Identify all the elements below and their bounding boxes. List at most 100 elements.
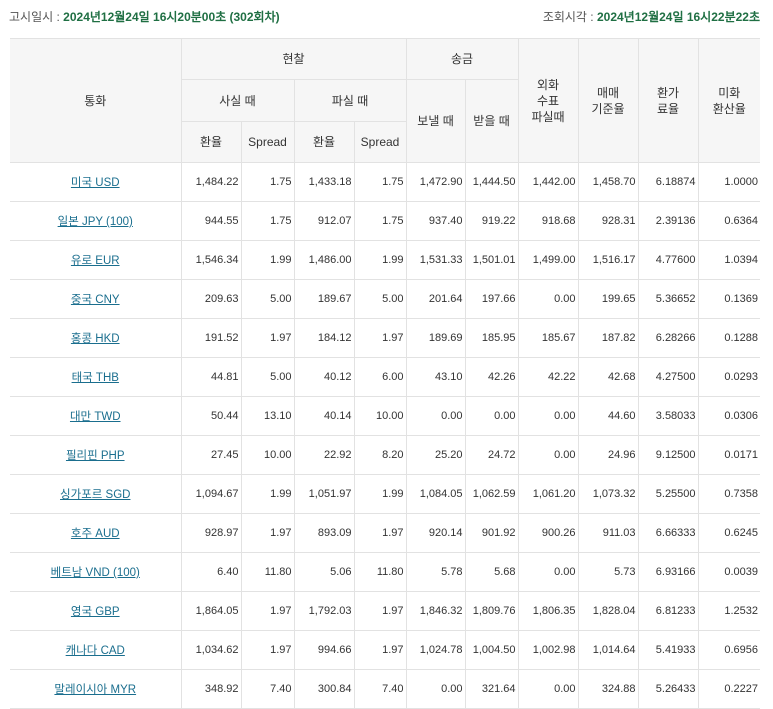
receive-cell: 5.68 [464, 552, 519, 592]
cash-sell-rate-cell: 184.12 [293, 318, 355, 358]
conv-rate-cell: 6.18874 [637, 162, 699, 202]
cash-sell-rate-cell: 912.07 [293, 201, 355, 241]
query-value: 2024년12월24일 16시22분22초 [596, 10, 760, 24]
table-row: 캐나다 CAD 1,034.62 1.97 994.66 1.97 1,024.78 1,0… [10, 630, 761, 670]
receive-cell: 1,004.50 [464, 630, 519, 670]
table-row: 홍콩 HKD 191.52 1.97 184.12 1.97 189.69 185.95 18… [10, 318, 761, 358]
cash-sell-rate-cell: 40.12 [293, 357, 355, 397]
send-cell: 1,084.05 [405, 474, 466, 514]
cash-buy-spread-cell: 1.75 [240, 201, 295, 241]
currency-link[interactable]: 태국 THB [72, 372, 119, 384]
receive-cell: 901.92 [464, 513, 519, 553]
send-cell: 1,472.90 [405, 162, 466, 202]
cash-sell-rate-cell: 189.67 [293, 279, 355, 319]
table-row: 호주 AUD 928.97 1.97 893.09 1.97 920.14 901.92 90… [10, 513, 761, 553]
conv-rate-cell: 5.41933 [637, 630, 699, 670]
cash-sell-rate-cell: 1,051.97 [293, 474, 355, 514]
send-cell: 25.20 [405, 435, 466, 475]
currency-link[interactable]: 베트남 VND (100) [51, 567, 140, 579]
table-row: 베트남 VND (100) 6.40 11.80 5.06 11.80 5.78 5.68 0… [10, 552, 761, 592]
table-header: 통화 현찰 송금 외화 수표 파실때 매매 기준율 환가 료율 미화 환산율 사… [10, 38, 761, 163]
cash-sell-rate-cell: 893.09 [293, 513, 355, 553]
cash-buy-rate-cell: 50.44 [180, 396, 242, 436]
cash-sell-spread-cell: 1.75 [353, 201, 407, 241]
cash-buy-spread-cell: 11.80 [240, 552, 295, 592]
cash-buy-spread-cell: 1.99 [240, 474, 295, 514]
col-usd-rate: 미화 환산율 [697, 38, 761, 163]
tc-sell-cell: 0.00 [517, 552, 579, 592]
cash-sell-rate-cell: 5.06 [293, 552, 355, 592]
currency-link[interactable]: 필리핀 PHP [66, 450, 125, 462]
conv-rate-cell: 3.58033 [637, 396, 699, 436]
cash-buy-spread-cell: 1.75 [240, 162, 295, 202]
col-cash-buy-spread: Spread [240, 121, 295, 163]
tc-sell-cell: 0.00 [517, 669, 579, 709]
notice-label: 고시일시 : [9, 10, 64, 24]
currency-link[interactable]: 일본 JPY (100) [58, 216, 133, 228]
table-row: 말레이시아 MYR 348.92 7.40 300.84 7.40 0.00 321.64 0… [10, 669, 761, 709]
send-cell: 1,846.32 [405, 591, 466, 631]
currency-link[interactable]: 중국 CNY [71, 294, 120, 306]
currency-link[interactable]: 유로 EUR [71, 255, 120, 267]
send-cell: 201.64 [405, 279, 466, 319]
usd-rate-cell: 0.6364 [697, 201, 761, 241]
currency-link[interactable]: 영국 GBP [71, 606, 120, 618]
conv-rate-cell: 5.36652 [637, 279, 699, 319]
base-rate-cell: 1,828.04 [577, 591, 639, 631]
cash-buy-spread-cell: 1.97 [240, 513, 295, 553]
receive-cell: 185.95 [464, 318, 519, 358]
tc-sell-cell: 0.00 [517, 396, 579, 436]
tc-sell-cell: 0.00 [517, 279, 579, 319]
conv-rate-cell: 6.66333 [637, 513, 699, 553]
currency-cell: 필리핀 PHP [10, 435, 182, 475]
usd-rate-cell: 0.7358 [697, 474, 761, 514]
base-rate-cell: 324.88 [577, 669, 639, 709]
tc-sell-cell: 42.22 [517, 357, 579, 397]
cash-buy-rate-cell: 1,094.67 [180, 474, 242, 514]
cash-buy-spread-cell: 5.00 [240, 357, 295, 397]
usd-rate-cell: 0.0171 [697, 435, 761, 475]
currency-cell: 중국 CNY [10, 279, 182, 319]
currency-link[interactable]: 미국 USD [71, 177, 120, 189]
conv-rate-cell: 5.26433 [637, 669, 699, 709]
conv-rate-cell: 4.77600 [637, 240, 699, 280]
col-transfer: 송금 [405, 38, 519, 80]
cash-sell-spread-cell: 6.00 [353, 357, 407, 397]
table-body: 미국 USD 1,484.22 1.75 1,433.18 1.75 1,472.90 1,… [10, 162, 761, 709]
currency-cell: 영국 GBP [10, 591, 182, 631]
conv-rate-cell: 6.81233 [637, 591, 699, 631]
cash-sell-spread-cell: 1.97 [353, 591, 407, 631]
currency-cell: 호주 AUD [10, 513, 182, 553]
usd-rate-cell: 0.0306 [697, 396, 761, 436]
cash-sell-spread-cell: 11.80 [353, 552, 407, 592]
send-cell: 937.40 [405, 201, 466, 241]
currency-link[interactable]: 싱가포르 SGD [60, 489, 130, 501]
tc-sell-cell: 1,002.98 [517, 630, 579, 670]
currency-link[interactable]: 말레이시아 MYR [54, 684, 136, 696]
cash-sell-spread-cell: 1.97 [353, 630, 407, 670]
currency-link[interactable]: 홍콩 HKD [71, 333, 120, 345]
col-base-rate: 매매 기준율 [577, 38, 639, 163]
cash-sell-spread-cell: 1.97 [353, 318, 407, 358]
table-row: 싱가포르 SGD 1,094.67 1.99 1,051.97 1.99 1,084.05… [10, 474, 761, 514]
currency-link[interactable]: 호주 AUD [71, 528, 120, 540]
currency-cell: 베트남 VND (100) [10, 552, 182, 592]
col-tc-sell: 외화 수표 파실때 [517, 38, 579, 163]
send-cell: 43.10 [405, 357, 466, 397]
currency-link[interactable]: 대만 TWD [70, 411, 121, 423]
cash-buy-spread-cell: 5.00 [240, 279, 295, 319]
currency-link[interactable]: 캐나다 CAD [66, 645, 125, 657]
cash-buy-spread-cell: 10.00 [240, 435, 295, 475]
cash-sell-spread-cell: 7.40 [353, 669, 407, 709]
base-rate-cell: 44.60 [577, 396, 639, 436]
table-row: 필리핀 PHP 27.45 10.00 22.92 8.20 25.20 24.72 0.00… [10, 435, 761, 475]
cash-sell-spread-cell: 1.97 [353, 513, 407, 553]
cash-buy-spread-cell: 1.97 [240, 591, 295, 631]
tc-sell-cell: 1,806.35 [517, 591, 579, 631]
timestamp-bar: 고시일시 : 2024년12월24일 16시20분00초 (302회차) 조회시… [0, 0, 773, 38]
tc-sell-cell: 1,442.00 [517, 162, 579, 202]
col-cash-sell: 파실 때 [293, 79, 407, 122]
conv-rate-cell: 5.25500 [637, 474, 699, 514]
cash-sell-spread-cell: 1.99 [353, 240, 407, 280]
currency-cell: 싱가포르 SGD [10, 474, 182, 514]
